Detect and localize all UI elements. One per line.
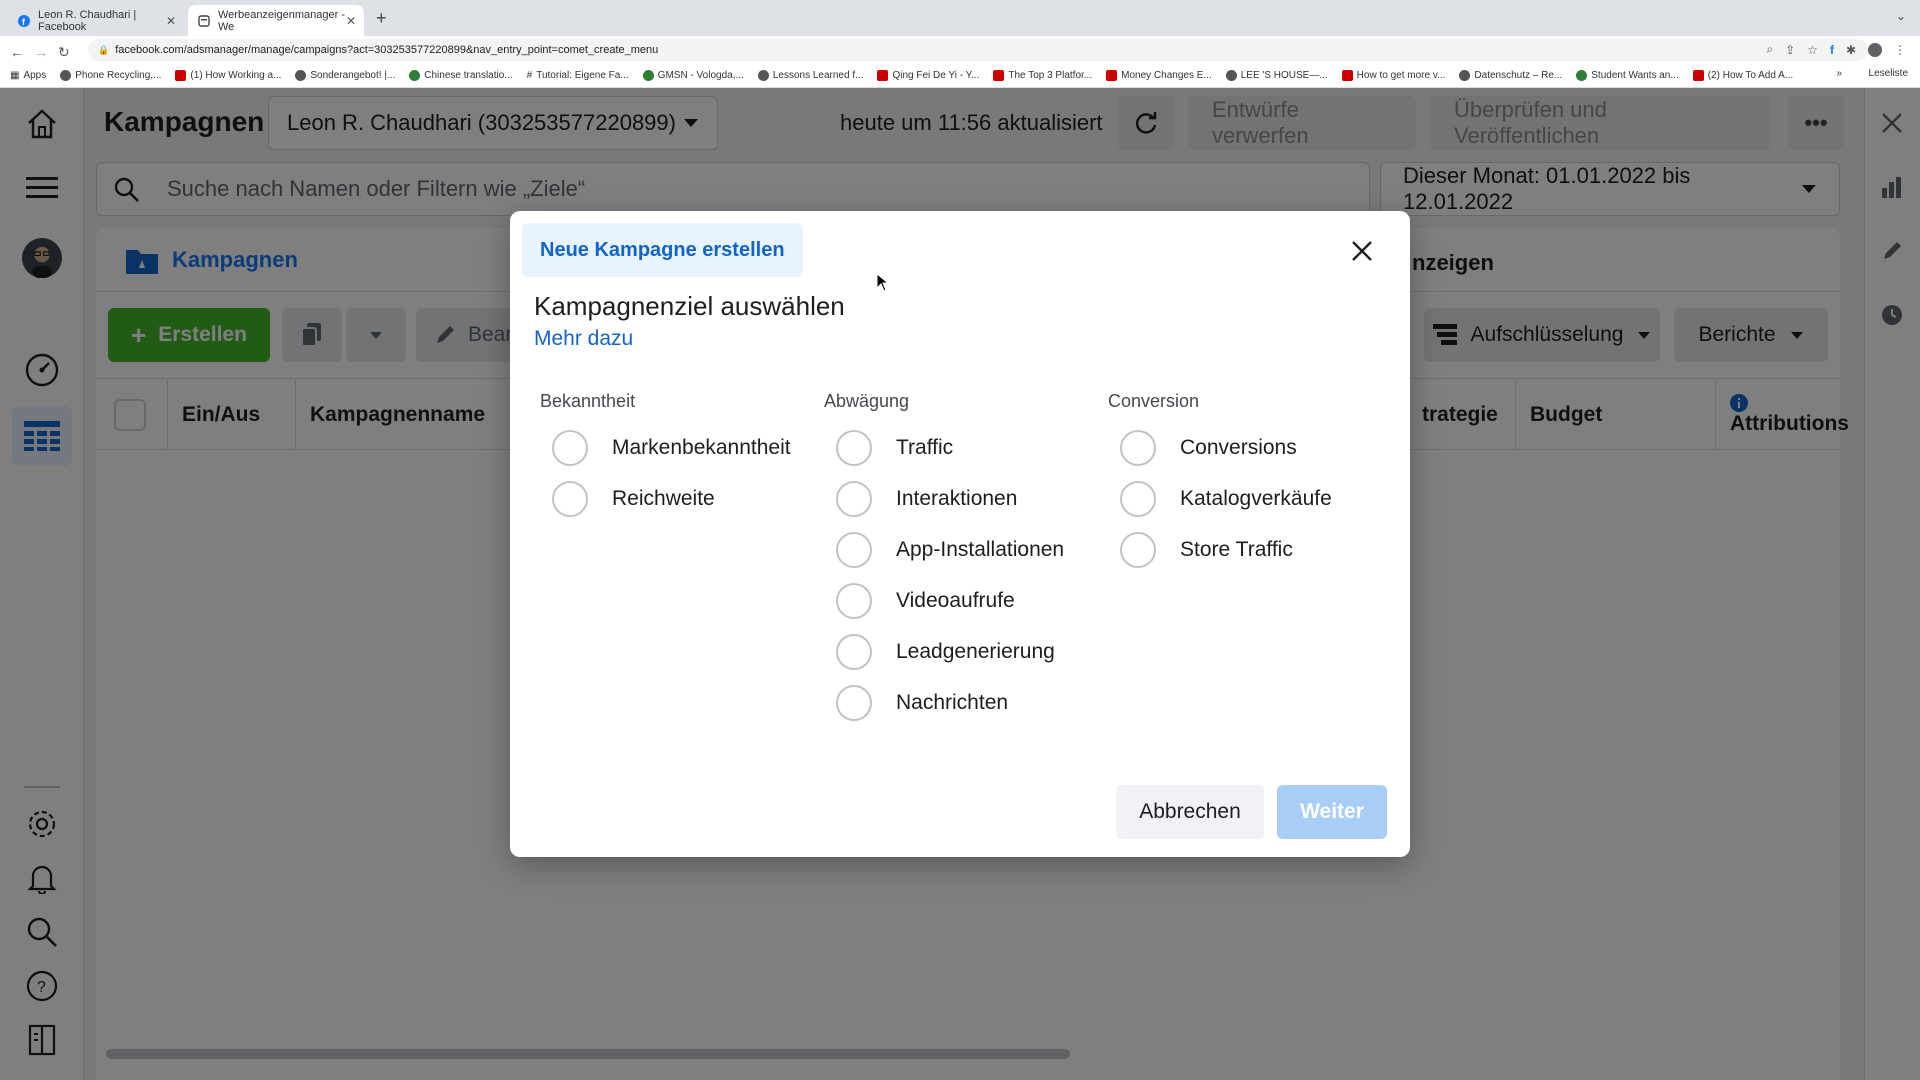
tab-search-chevron-icon[interactable]: ⌄ — [1896, 9, 1906, 23]
profile-avatar-icon[interactable] — [1868, 42, 1882, 57]
objective-column-consideration: Abwägung Traffic Interaktionen App-Insta… — [824, 391, 1104, 728]
address-bar[interactable]: 🔒 facebook.com/adsmanager/manage/campaig… — [88, 39, 1868, 61]
tab-new-campaign[interactable]: Neue Kampagne erstellen — [522, 223, 803, 277]
forward-icon[interactable]: → — [34, 44, 48, 60]
browser-tab-bar: f Leon R. Chaudhari | Facebook ✕ Werbean… — [0, 0, 1920, 36]
objective-column-conversion: Conversion Conversions Katalogverkäufe S… — [1108, 391, 1388, 575]
radio-button[interactable] — [836, 429, 872, 466]
star-icon[interactable]: ☆ — [1807, 43, 1818, 57]
bookmark-item[interactable]: Chinese translatio... — [409, 69, 513, 81]
bookmark-item[interactable]: Sonderangebot! |... — [295, 69, 395, 81]
new-tab-button[interactable]: + — [376, 8, 387, 29]
browser-extension-icons: ⌕ ⇪ ☆ f ✱ ⋮ — [1766, 42, 1906, 57]
browser-tab-title: Leon R. Chaudhari | Facebook — [38, 8, 137, 33]
bookmark-item[interactable]: Qing Fei De Yi - Y... — [877, 69, 979, 81]
objective-option[interactable]: Traffic — [824, 422, 1104, 473]
objective-option[interactable]: Store Traffic — [1108, 524, 1388, 575]
radio-button[interactable] — [836, 531, 872, 568]
next-button[interactable]: Weiter — [1277, 785, 1387, 839]
youtube-icon — [1341, 69, 1353, 81]
browser-toolbar: ← → ↻ 🔒 facebook.com/adsmanager/manage/c… — [0, 36, 1920, 88]
radio-button[interactable] — [552, 480, 588, 517]
column-heading: Abwägung — [824, 391, 910, 411]
bookmark-item[interactable]: Lessons Learned f... — [757, 69, 863, 81]
objective-column-awareness: Bekanntheit Markenbekanntheit Reichweite — [540, 391, 820, 524]
bookmark-item[interactable]: (1) How Working a... — [175, 69, 281, 81]
objective-option[interactable]: Markenbekanntheit — [540, 422, 820, 473]
bookmark-icon — [1459, 69, 1471, 81]
browser-tab-title: Werbeanzeigenmanager - We — [218, 8, 345, 33]
objective-option[interactable]: Leadgenerierung — [824, 626, 1104, 677]
bookmark-item[interactable]: Student Wants an... — [1576, 69, 1679, 81]
bookmark-item[interactable]: Phone Recycling,... — [60, 69, 161, 81]
radio-button[interactable] — [836, 633, 872, 670]
bookmark-icon — [409, 69, 421, 81]
bookmarks-bar: ▦ Apps Phone Recycling,... (1) How Workin… — [0, 62, 1920, 88]
campaign-objective-dialog: Neue Kampagne erstellen Kampagnenziel au… — [510, 211, 1410, 857]
objective-option[interactable]: Reichweite — [540, 473, 820, 524]
bookmark-item[interactable]: ▦ Apps — [10, 70, 46, 81]
bookmark-icon — [642, 69, 654, 81]
bookmark-icon — [757, 69, 769, 81]
objective-option[interactable]: Interaktionen — [824, 473, 1104, 524]
browser-menu-icon[interactable]: ⋮ — [1894, 43, 1906, 57]
objective-option[interactable]: Videoaufrufe — [824, 575, 1104, 626]
dialog-heading: Kampagnenziel auswählen — [534, 291, 845, 321]
column-heading: Bekanntheit — [540, 391, 636, 411]
facebook-extension-icon[interactable]: f — [1830, 43, 1834, 57]
radio-button[interactable] — [1120, 429, 1156, 466]
radio-button[interactable] — [836, 582, 872, 619]
zoom-icon[interactable]: ⌕ — [1766, 42, 1773, 57]
bookmark-item[interactable]: LEE 'S HOUSE—... — [1225, 69, 1328, 81]
close-icon — [1352, 241, 1372, 261]
objective-option[interactable]: App-Installationen — [824, 524, 1104, 575]
bookmark-icon — [1225, 69, 1237, 81]
back-icon[interactable]: ← — [10, 44, 24, 60]
bookmark-item[interactable]: The Top 3 Platfor... — [993, 69, 1092, 81]
puzzle-icon[interactable]: ✱ — [1846, 43, 1856, 57]
youtube-icon — [1692, 69, 1704, 81]
youtube-icon — [877, 69, 889, 81]
adsmanager-icon — [198, 14, 210, 27]
objective-option[interactable]: Katalogverkäufe — [1108, 473, 1388, 524]
bookmark-item[interactable]: Datenschutz – Re... — [1459, 69, 1562, 81]
hash-icon: # — [526, 69, 533, 81]
bookmark-item[interactable]: How to get more v... — [1341, 69, 1445, 81]
radio-button[interactable] — [1120, 480, 1156, 517]
youtube-icon — [993, 69, 1005, 81]
column-heading: Conversion — [1108, 391, 1200, 411]
close-dialog-button[interactable] — [1344, 233, 1380, 269]
bookmark-item[interactable]: (2) How To Add A... — [1692, 69, 1793, 81]
url-text: facebook.com/adsmanager/manage/campaigns… — [115, 44, 659, 56]
browser-tab-adsmanager[interactable]: Werbeanzeigenmanager - We ✕ — [188, 5, 364, 36]
youtube-icon — [1106, 69, 1118, 81]
tab-close-icon[interactable]: ✕ — [166, 14, 176, 28]
radio-button[interactable] — [836, 684, 872, 721]
mouse-cursor-icon — [876, 273, 890, 292]
browser-tab-facebook[interactable]: f Leon R. Chaudhari | Facebook ✕ — [8, 5, 184, 36]
share-icon[interactable]: ⇪ — [1785, 43, 1795, 57]
bookmark-item[interactable]: GMSN - Vologda,... — [642, 69, 744, 81]
cancel-button[interactable]: Abbrechen — [1116, 785, 1264, 839]
bookmark-icon — [60, 69, 72, 81]
objective-option[interactable]: Conversions — [1108, 422, 1388, 473]
bookmark-item[interactable]: # Tutorial: Eigene Fa... — [527, 70, 629, 81]
facebook-icon: f — [18, 14, 30, 27]
objective-option[interactable]: Nachrichten — [824, 677, 1104, 728]
youtube-icon — [175, 69, 187, 81]
lock-icon: 🔒 — [98, 44, 110, 55]
more-bookmarks-button[interactable]: » — [1836, 68, 1842, 79]
bookmark-item[interactable]: Money Changes E... — [1106, 69, 1212, 81]
reading-list-button[interactable]: Leseliste — [1869, 68, 1908, 79]
radio-button[interactable] — [836, 480, 872, 517]
learn-more-link[interactable]: Mehr dazu — [534, 327, 633, 351]
tab-close-icon[interactable]: ✕ — [346, 14, 356, 28]
bookmark-icon — [295, 69, 307, 81]
apps-icon: ▦ — [10, 69, 20, 81]
radio-button[interactable] — [1120, 531, 1156, 568]
reload-icon[interactable]: ↻ — [58, 44, 70, 61]
radio-button[interactable] — [552, 429, 588, 466]
bookmark-icon — [1576, 69, 1588, 81]
